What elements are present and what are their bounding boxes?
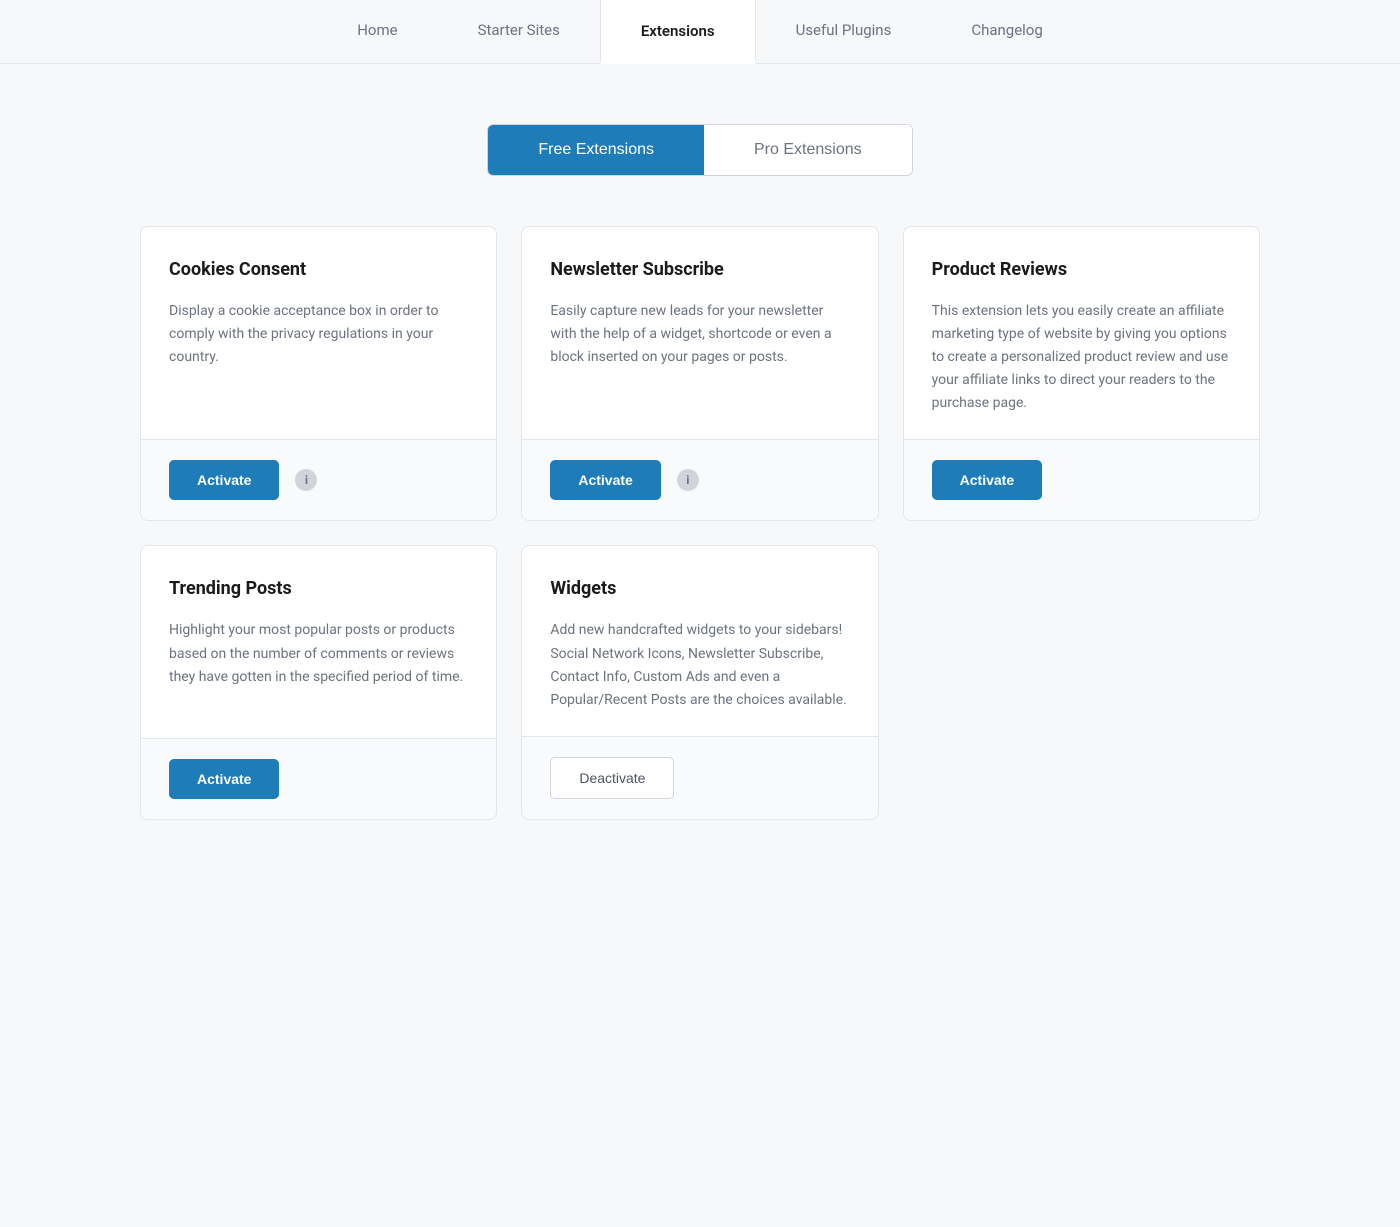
- card-description-newsletter-subscribe: Easily capture new leads for your newsle…: [550, 300, 849, 369]
- info-icon-cookies-consent[interactable]: i: [295, 469, 317, 491]
- card-title-newsletter-subscribe: Newsletter Subscribe: [550, 259, 849, 280]
- card-description-widgets: Add new handcrafted widgets to your side…: [550, 619, 849, 711]
- card-description-product-reviews: This extension lets you easily create an…: [932, 300, 1231, 415]
- extensions-row-2: Trending Posts Highlight your most popul…: [140, 545, 1260, 819]
- main-content: Free Extensions Pro Extensions Cookies C…: [120, 64, 1280, 860]
- activate-button-newsletter-subscribe[interactable]: Activate: [550, 460, 660, 500]
- deactivate-button-widgets[interactable]: Deactivate: [550, 757, 674, 799]
- card-body-trending-posts: Trending Posts Highlight your most popul…: [141, 546, 496, 737]
- card-body-newsletter-subscribe: Newsletter Subscribe Easily capture new …: [522, 227, 877, 439]
- tab-free-extensions[interactable]: Free Extensions: [488, 125, 704, 175]
- card-body-cookies-consent: Cookies Consent Display a cookie accepta…: [141, 227, 496, 439]
- activate-button-trending-posts[interactable]: Activate: [169, 759, 279, 799]
- extensions-row-1: Cookies Consent Display a cookie accepta…: [140, 226, 1260, 521]
- extension-card-newsletter-subscribe: Newsletter Subscribe Easily capture new …: [521, 226, 878, 521]
- card-footer-cookies-consent: Activate i: [141, 439, 496, 520]
- nav-item-starter-sites[interactable]: Starter Sites: [438, 0, 600, 63]
- top-navigation: Home Starter Sites Extensions Useful Plu…: [0, 0, 1400, 64]
- card-title-trending-posts: Trending Posts: [169, 578, 468, 599]
- activate-button-product-reviews[interactable]: Activate: [932, 460, 1042, 500]
- card-description-trending-posts: Highlight your most popular posts or pro…: [169, 619, 468, 688]
- tab-toggle-group: Free Extensions Pro Extensions: [487, 124, 912, 176]
- card-footer-newsletter-subscribe: Activate i: [522, 439, 877, 520]
- info-icon-newsletter-subscribe[interactable]: i: [677, 469, 699, 491]
- tab-pro-extensions[interactable]: Pro Extensions: [704, 125, 912, 175]
- extension-card-trending-posts: Trending Posts Highlight your most popul…: [140, 545, 497, 819]
- card-description-cookies-consent: Display a cookie acceptance box in order…: [169, 300, 468, 369]
- extension-card-cookies-consent: Cookies Consent Display a cookie accepta…: [140, 226, 497, 521]
- nav-item-home[interactable]: Home: [317, 0, 437, 63]
- card-footer-widgets: Deactivate: [522, 736, 877, 819]
- tab-toggle: Free Extensions Pro Extensions: [140, 124, 1260, 176]
- extension-card-empty: [903, 545, 1260, 819]
- nav-item-changelog[interactable]: Changelog: [931, 0, 1082, 63]
- card-body-product-reviews: Product Reviews This extension lets you …: [904, 227, 1259, 439]
- activate-button-cookies-consent[interactable]: Activate: [169, 460, 279, 500]
- card-footer-trending-posts: Activate: [141, 738, 496, 819]
- card-footer-product-reviews: Activate: [904, 439, 1259, 520]
- nav-item-extensions[interactable]: Extensions: [600, 0, 756, 64]
- card-body-widgets: Widgets Add new handcrafted widgets to y…: [522, 546, 877, 735]
- card-title-product-reviews: Product Reviews: [932, 259, 1231, 280]
- nav-item-useful-plugins[interactable]: Useful Plugins: [756, 0, 932, 63]
- card-title-cookies-consent: Cookies Consent: [169, 259, 468, 280]
- extension-card-widgets: Widgets Add new handcrafted widgets to y…: [521, 545, 878, 819]
- extension-card-product-reviews: Product Reviews This extension lets you …: [903, 226, 1260, 521]
- card-title-widgets: Widgets: [550, 578, 849, 599]
